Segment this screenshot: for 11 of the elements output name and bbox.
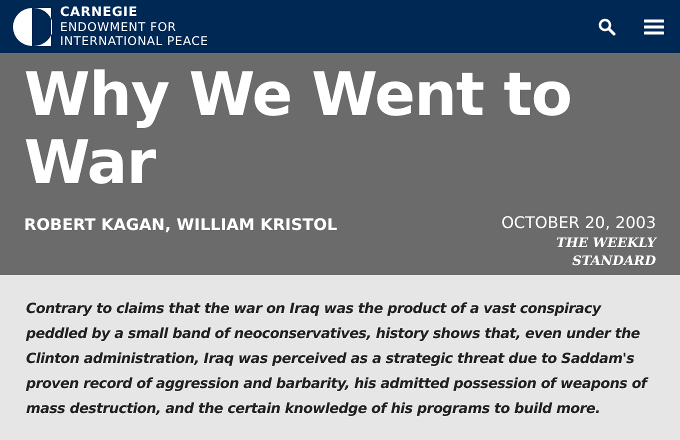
logo-tagline: INTERNATIONAL PEACE bbox=[60, 34, 208, 48]
search-icon bbox=[598, 18, 616, 36]
publication-name: THE WEEKLY STANDARD bbox=[555, 235, 656, 271]
article-title: Why We Went to War bbox=[24, 61, 572, 197]
logo-name: CARNEGIE bbox=[60, 6, 139, 20]
publish-date: OCTOBER 20, 2003 bbox=[501, 212, 656, 234]
logo-icon bbox=[12, 6, 52, 46]
logo-tagline: ENDOWMENT FOR bbox=[60, 20, 178, 34]
menu-icon bbox=[644, 18, 664, 34]
article-authors: ROBERT KAGAN, WILLIAM KRISTOL bbox=[24, 214, 338, 236]
article-summary: Contrary to claims that the war on Iraq was the product of a vast conspiracy peddled by a small band of neoconservatives, history shows that, even under the Clinton administration, Iraq was perceived as a strategic threat due to Saddam's proven record of aggression and barbarity, his admitted possession of weapons of mass destruction, and the certain knowledge of his programs to build more. bbox=[25, 300, 650, 419]
